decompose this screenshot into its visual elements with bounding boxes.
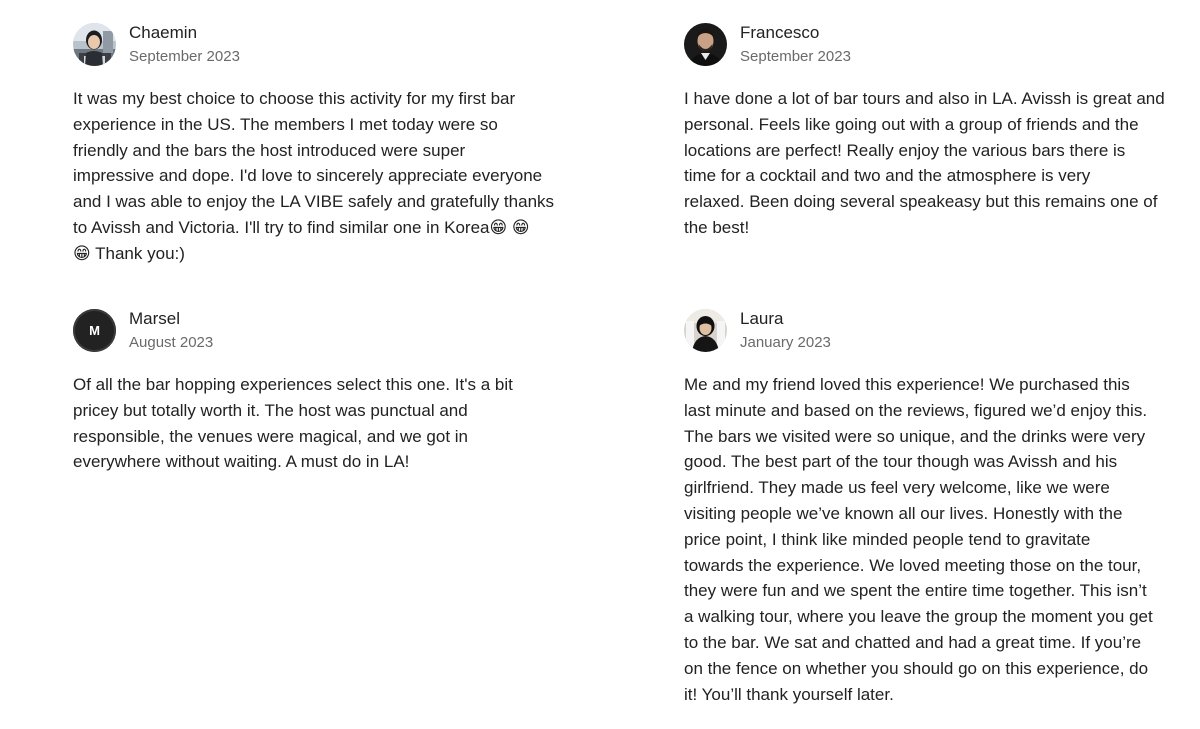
review-header: Francesco September 2023 [684, 22, 1179, 66]
review-header: Chaemin September 2023 [73, 22, 568, 66]
review-text: It was my best choice to choose this act… [73, 89, 555, 263]
avatar[interactable]: M [73, 308, 116, 352]
avatar[interactable] [684, 22, 727, 66]
reviewer-name: Francesco [740, 22, 820, 42]
reviewer-name: Laura [740, 308, 784, 328]
user-photo-icon [684, 308, 727, 352]
user-photo-icon [684, 22, 727, 66]
review-text: Of all the bar hopping experiences selec… [73, 375, 513, 472]
user-photo-icon [73, 22, 116, 66]
review-header: M Marsel August 2023 [73, 308, 568, 352]
review-card: Chaemin September 2023 It was my best ch… [73, 22, 568, 267]
reviewer-name: Marsel [129, 308, 181, 328]
review-date: September 2023 [129, 47, 240, 65]
avatar[interactable] [73, 22, 116, 66]
review-meta: Marsel August 2023 [129, 308, 213, 353]
reviewer-name: Chaemin [129, 22, 198, 42]
review-date: January 2023 [740, 333, 831, 351]
avatar[interactable] [684, 308, 727, 352]
review-meta: Francesco September 2023 [740, 22, 851, 67]
review-date: August 2023 [129, 333, 214, 351]
review-meta: Laura January 2023 [740, 308, 831, 353]
avatar-initial: M [89, 322, 100, 338]
review-meta: Chaemin September 2023 [129, 22, 240, 67]
review-card: Laura January 2023 Me and my friend love… [684, 308, 1179, 707]
review-header: Laura January 2023 [684, 308, 1179, 352]
review-card: M Marsel August 2023 Of all the bar hopp… [73, 308, 568, 475]
review-card: Francesco September 2023 I have done a l… [684, 22, 1179, 241]
review-date: September 2023 [740, 47, 851, 65]
review-text: Me and my friend loved this experience! … [684, 375, 1153, 704]
review-text: I have done a lot of bar tours and also … [684, 89, 1165, 237]
